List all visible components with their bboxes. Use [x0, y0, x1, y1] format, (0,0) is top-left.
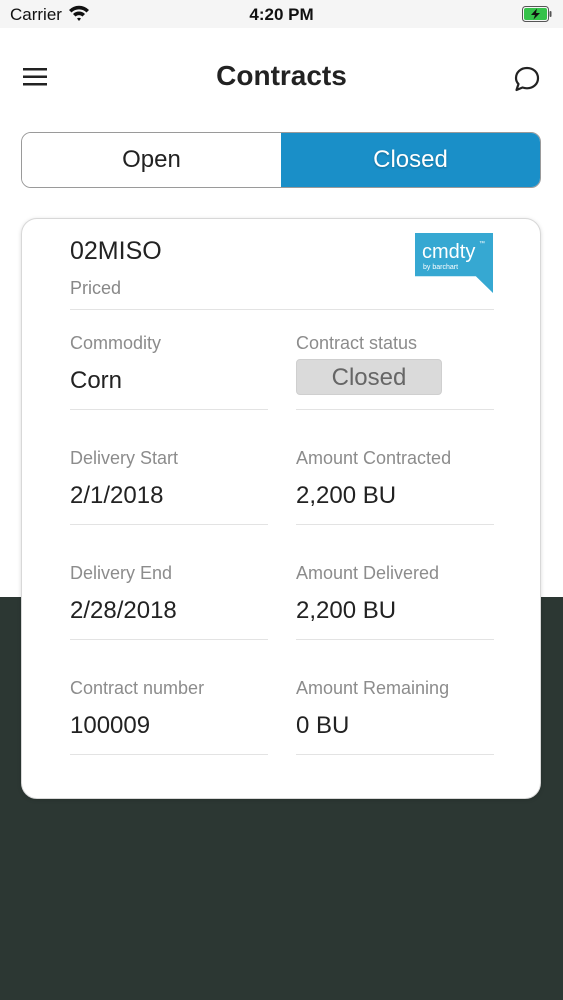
contract-type: Priced [70, 278, 122, 298]
header-divider [70, 309, 494, 310]
tab-closed[interactable]: Closed [281, 133, 540, 187]
field-label: Amount Delivered [296, 563, 440, 583]
field-delivery-start: Delivery Start 2/1/2018 [70, 448, 268, 548]
field-label: Amount Contracted [296, 448, 452, 468]
contract-id: 02MISO [70, 237, 162, 265]
field-contract-status: Contract status Closed [296, 333, 494, 433]
field-label: Commodity [70, 333, 162, 353]
field-label: Contract number [70, 678, 205, 698]
logo-text: cmdty [422, 241, 476, 263]
field-contract-number: Contract number 100009 [70, 678, 268, 778]
field-value: 2/28/2018 [70, 597, 177, 624]
field-value: Corn [70, 367, 123, 394]
page-title: Contracts [216, 60, 347, 91]
field-divider [296, 524, 494, 525]
field-value: 100009 [70, 712, 151, 739]
field-value: 2/1/2018 [70, 482, 164, 509]
field-value: 2,200 BU [296, 482, 397, 509]
tab-open[interactable]: Open [22, 133, 281, 187]
field-amount-remaining: Amount Remaining 0 BU [296, 678, 494, 778]
status-badge: Closed [296, 359, 442, 395]
field-divider [70, 639, 268, 640]
field-commodity: Commodity Corn [70, 333, 268, 433]
contract-status-tabs: Open Closed [21, 132, 541, 188]
chat-bubble-icon[interactable] [512, 64, 542, 94]
field-divider [70, 524, 268, 525]
field-divider [296, 754, 494, 755]
field-label: Amount Remaining [296, 678, 450, 698]
field-label: Delivery End [70, 563, 173, 583]
contract-card[interactable]: 02MISO Priced cmdty ™ by barchart Commod… [21, 218, 541, 799]
clock: 4:20 PM [249, 5, 314, 24]
field-label: Contract status [296, 333, 418, 353]
logo-subtext: by barchart [423, 264, 459, 271]
field-divider [296, 639, 494, 640]
field-delivery-end: Delivery End 2/28/2018 [70, 563, 268, 663]
field-amount-delivered: Amount Delivered 2,200 BU [296, 563, 494, 663]
field-divider [70, 754, 268, 755]
field-divider [70, 409, 268, 410]
field-label: Delivery Start [70, 448, 179, 468]
field-divider [296, 409, 494, 410]
field-value: 0 BU [296, 712, 350, 739]
battery-charging-icon [522, 6, 552, 22]
field-value: 2,200 BU [296, 597, 397, 624]
cmdty-logo: cmdty ™ by barchart [415, 233, 493, 293]
logo-trademark: ™ [479, 241, 485, 247]
field-amount-contracted: Amount Contracted 2,200 BU [296, 448, 494, 548]
status-bar: Carrier 4:20 PM [0, 0, 563, 28]
